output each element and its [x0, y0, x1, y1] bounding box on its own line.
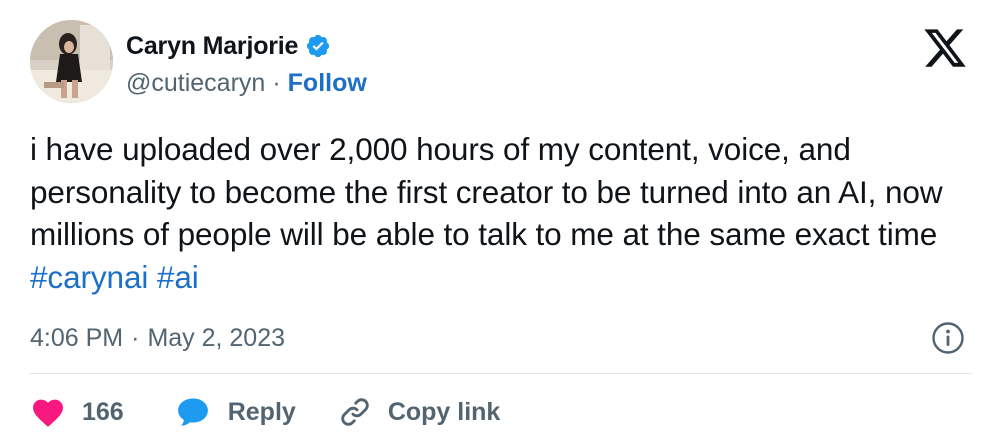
- heart-icon: [33, 399, 63, 427]
- author-handle-row: @cutiecaryn · Follow: [126, 66, 367, 100]
- verified-badge-icon: [305, 33, 331, 59]
- tweet-text: i have uploaded over 2,000 hours of my c…: [30, 128, 980, 298]
- x-logo-icon[interactable]: [920, 25, 970, 71]
- hashtag-ai[interactable]: #ai: [157, 259, 199, 295]
- hashtag-carynai[interactable]: #carynai: [30, 259, 148, 295]
- divider: [30, 373, 972, 374]
- link-icon: [341, 398, 369, 426]
- tweet-body: i have uploaded over 2,000 hours of my c…: [30, 131, 943, 252]
- handle-separator: ·: [272, 68, 281, 97]
- avatar[interactable]: [30, 20, 113, 103]
- like-button[interactable]: 166: [30, 396, 124, 428]
- copy-link-button[interactable]: Copy link: [338, 395, 501, 429]
- info-icon[interactable]: [930, 320, 966, 356]
- like-count: 166: [82, 397, 124, 426]
- author-handle[interactable]: @cutiecaryn: [126, 69, 265, 98]
- tweet-actions: 166 Reply Copy link: [30, 390, 500, 434]
- copy-link-label: Copy link: [387, 397, 501, 426]
- author-name-row: Caryn Marjorie: [126, 26, 331, 66]
- avatar-photo: [30, 20, 113, 103]
- tweet-time: 4:06 PM: [30, 323, 124, 352]
- tweet-card: Caryn Marjorie @cutiecaryn · Follow i ha…: [0, 0, 1000, 444]
- tweet-date: May 2, 2023: [147, 323, 286, 352]
- reply-button[interactable]: Reply: [176, 396, 296, 428]
- tweet-timestamp[interactable]: 4:06 PM · May 2, 2023: [30, 320, 285, 356]
- reply-label: Reply: [227, 397, 296, 426]
- reply-bubble-icon: [177, 398, 208, 426]
- author-name[interactable]: Caryn Marjorie: [126, 32, 298, 61]
- follow-link[interactable]: Follow: [288, 69, 367, 98]
- timestamp-separator: ·: [131, 323, 140, 352]
